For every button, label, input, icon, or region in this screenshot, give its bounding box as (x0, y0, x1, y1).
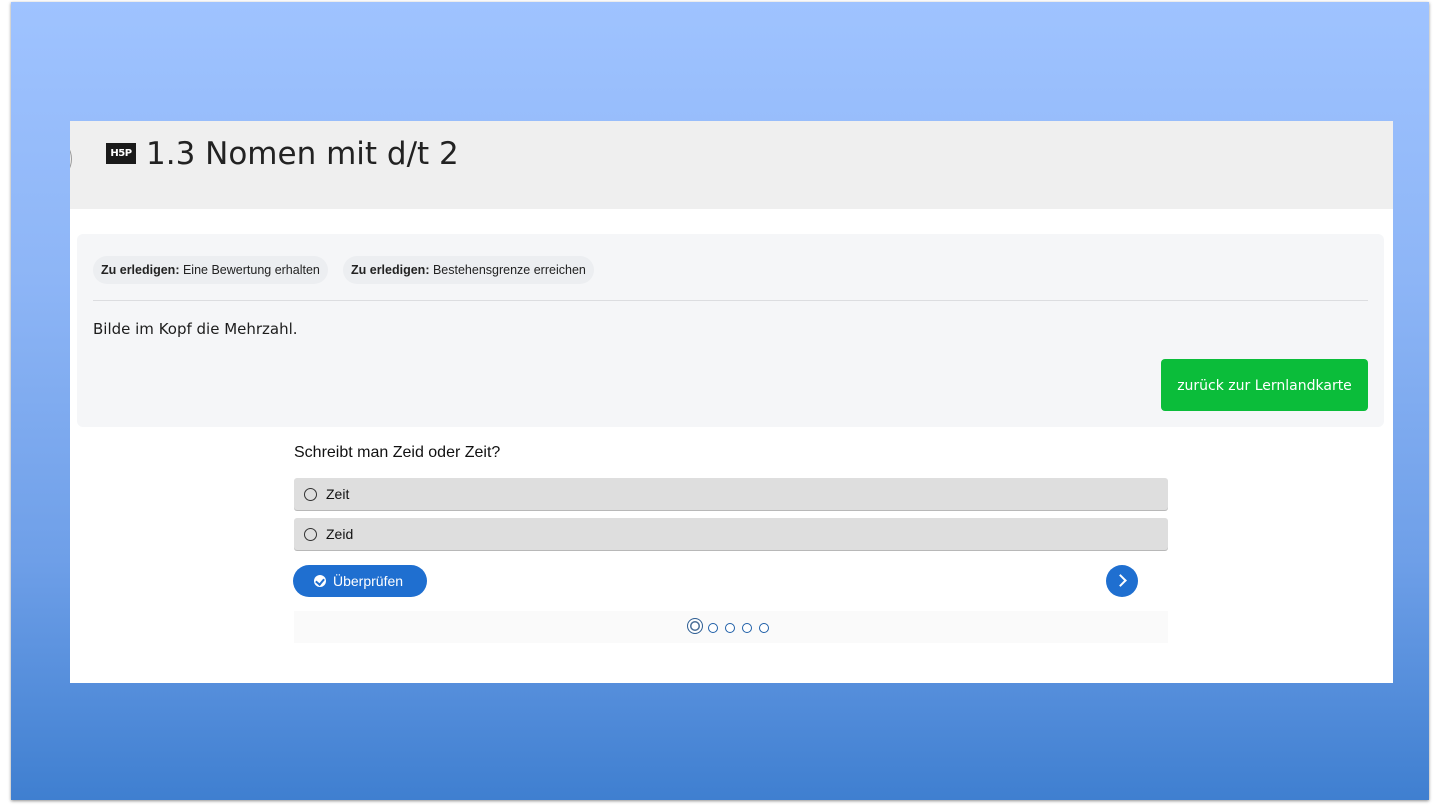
answer-option-label: Zeit (326, 486, 350, 502)
completion-badge-passing: Zu erledigen: Bestehensgrenze erreichen (343, 256, 594, 284)
back-to-learning-map-button[interactable]: zurück zur Lernlandkarte (1161, 359, 1368, 411)
check-circle-icon (314, 575, 326, 587)
completion-badge-text: Eine Bewertung erhalten (182, 263, 320, 277)
progress-dot[interactable] (708, 623, 718, 633)
presentation-background: H5P 1.3 Nomen mit d/t 2 Zu erledigen: Ei… (11, 2, 1429, 800)
answer-option-label: Zeid (326, 526, 354, 542)
progress-dots (294, 611, 1168, 643)
check-button-label: Überprüfen (333, 573, 404, 589)
answer-option-zeid[interactable]: Zeid (294, 518, 1168, 550)
content-card: H5P 1.3 Nomen mit d/t 2 Zu erledigen: Ei… (70, 121, 1393, 683)
back-arc-icon[interactable] (70, 141, 72, 177)
question-text: Schreibt man Zeid oder Zeit? (294, 444, 501, 461)
radio-icon[interactable] (304, 488, 317, 501)
progress-dot[interactable] (742, 623, 752, 633)
progress-dot[interactable] (725, 623, 735, 633)
check-button[interactable]: Überprüfen (293, 565, 427, 597)
progress-dot-current[interactable] (687, 618, 703, 634)
activity-header: H5P 1.3 Nomen mit d/t 2 (70, 121, 1393, 209)
completion-badge-prefix: Zu erledigen: (351, 263, 430, 277)
answer-option-zeit[interactable]: Zeit (294, 478, 1168, 510)
divider (93, 300, 1368, 301)
progress-dot[interactable] (759, 623, 769, 633)
completion-badge-prefix: Zu erledigen: (101, 263, 180, 277)
next-question-button[interactable] (1106, 565, 1138, 597)
activity-info-panel: Zu erledigen: Eine Bewertung erhalten Zu… (77, 234, 1384, 427)
page-title: 1.3 Nomen mit d/t 2 (146, 136, 459, 172)
h5p-logo-icon: H5P (106, 143, 136, 164)
instruction-text: Bilde im Kopf die Mehrzahl. (93, 320, 298, 338)
radio-icon[interactable] (304, 528, 317, 541)
completion-badge-text: Bestehensgrenze erreichen (432, 263, 586, 277)
completion-badge-grade: Zu erledigen: Eine Bewertung erhalten (93, 256, 328, 284)
